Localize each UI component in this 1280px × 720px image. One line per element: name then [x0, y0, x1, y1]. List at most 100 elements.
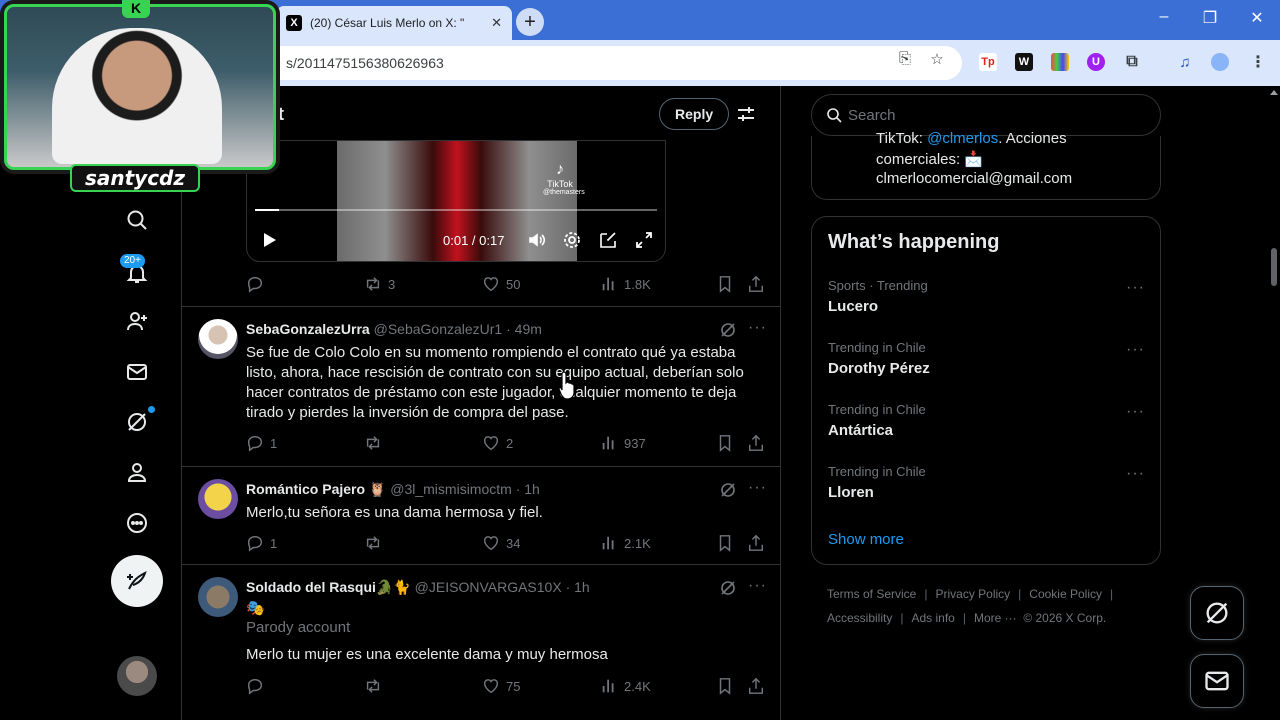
grok-floating-button[interactable]	[1190, 586, 1244, 640]
trend-item[interactable]: Lucero	[828, 298, 878, 315]
page-scrollbar[interactable]	[1268, 86, 1280, 720]
more-options-icon[interactable]: ···	[748, 577, 767, 595]
avatar[interactable]	[198, 479, 238, 519]
bookmark-action[interactable]	[716, 676, 740, 696]
display-name[interactable]: SebaGonzalezUrra	[246, 321, 370, 337]
grok-explain-icon[interactable]	[719, 481, 737, 499]
trend-item[interactable]: Lloren	[828, 484, 874, 501]
volume-icon[interactable]	[527, 230, 547, 250]
footer-privacy-link[interactable]: Privacy Policy	[935, 587, 1010, 601]
video-player[interactable]: ♪ TikTok @themasters 0:01 / 0:17	[246, 140, 666, 262]
trend-item[interactable]: Dorothy Pérez	[828, 360, 930, 377]
tab-close-icon[interactable]: ✕	[491, 15, 502, 31]
bookmark-action[interactable]	[716, 274, 740, 294]
like-action[interactable]: 34	[482, 533, 520, 553]
install-app-icon[interactable]: ⎘	[894, 50, 916, 72]
trend-item[interactable]: Antártica	[828, 422, 893, 439]
handle[interactable]: @SebaGonzalezUr1	[374, 321, 503, 337]
footer-terms-link[interactable]: Terms of Service	[827, 587, 916, 601]
profile-person-icon[interactable]	[122, 457, 152, 487]
reply-action[interactable]: 1	[246, 533, 277, 553]
address-bar[interactable]: s/2011475156380626963	[276, 46, 962, 80]
extension-color-icon[interactable]	[1051, 53, 1069, 71]
filter-settings-icon[interactable]	[736, 104, 756, 124]
handle[interactable]: @JEISONVARGAS10X	[415, 579, 562, 595]
like-action[interactable]: 50	[482, 274, 520, 294]
media-control-icon[interactable]: ♫	[1176, 53, 1194, 71]
footer-accessibility-link[interactable]: Accessibility	[827, 611, 892, 625]
footer-ads-link[interactable]: Ads info	[911, 611, 954, 625]
share-action[interactable]	[747, 274, 771, 294]
maximize-button[interactable]: ❐	[1198, 8, 1222, 28]
post-time[interactable]: · 1h	[566, 579, 590, 595]
new-tab-button[interactable]: +	[516, 8, 544, 36]
messages-envelope-icon[interactable]	[122, 357, 152, 387]
like-action[interactable]: 75	[482, 676, 520, 696]
play-icon[interactable]	[259, 230, 279, 250]
views-action[interactable]: 2.1K	[600, 533, 651, 553]
video-settings-gear-icon[interactable]	[562, 230, 582, 250]
more-options-icon[interactable]: ···	[748, 319, 767, 337]
reply-post[interactable]: SebaGonzalezUrra @SebaGonzalezUr1 · 49m …	[182, 306, 780, 466]
avatar[interactable]	[198, 577, 238, 617]
picture-in-picture-icon[interactable]	[598, 230, 618, 250]
grok-explain-icon[interactable]	[719, 321, 737, 339]
like-action[interactable]: 2	[482, 433, 513, 453]
reply-post[interactable]: Soldado del Rasqui🐊🐈 @JEISONVARGAS10X · …	[182, 564, 780, 714]
views-action[interactable]: 1.8K	[600, 274, 651, 294]
repost-action[interactable]	[364, 533, 388, 553]
explore-search-icon[interactable]	[122, 205, 152, 235]
profile-icon[interactable]	[1211, 53, 1229, 71]
close-window-button[interactable]: ✕	[1245, 8, 1269, 28]
footer-more-link[interactable]: More ···	[974, 611, 1017, 625]
reply-button[interactable]: Reply	[659, 98, 730, 130]
handle[interactable]: @3l_mismisimoctm	[390, 481, 512, 497]
more-circle-icon[interactable]	[122, 508, 152, 538]
repost-action[interactable]	[364, 433, 388, 453]
extension-w-icon[interactable]: W	[1015, 53, 1033, 71]
scroll-up-arrow[interactable]	[1270, 90, 1278, 95]
share-action[interactable]	[747, 676, 771, 696]
reply-post[interactable]: Romántico Pajero 🦉 @3l_mismisimoctm · 1h…	[182, 466, 780, 564]
repost-action[interactable]: 3	[364, 274, 395, 294]
trend-more-icon[interactable]: ···	[1126, 403, 1145, 421]
post-time[interactable]: · 1h	[516, 481, 540, 497]
scrollbar-thumb[interactable]	[1271, 248, 1277, 286]
show-more-link[interactable]: Show more	[828, 531, 904, 548]
trend-more-icon[interactable]: ···	[1126, 279, 1145, 297]
avatar[interactable]	[198, 319, 238, 359]
display-name[interactable]: Romántico Pajero 🦉	[246, 481, 386, 497]
fullscreen-icon[interactable]	[634, 230, 654, 250]
account-avatar[interactable]	[117, 656, 157, 696]
share-action[interactable]	[747, 433, 771, 453]
footer-cookie-link[interactable]: Cookie Policy	[1029, 587, 1102, 601]
share-action[interactable]	[747, 533, 771, 553]
video-progress-track[interactable]	[255, 209, 657, 211]
messages-floating-button[interactable]	[1190, 654, 1244, 708]
extension-u-icon[interactable]: U	[1087, 53, 1105, 71]
reply-action[interactable]	[246, 274, 270, 294]
views-action[interactable]: 937	[600, 433, 646, 453]
reply-action[interactable]: 1	[246, 433, 277, 453]
extensions-puzzle-icon[interactable]: ⧉	[1123, 53, 1141, 71]
repost-action[interactable]	[364, 676, 388, 696]
reply-action[interactable]	[246, 676, 270, 696]
post-time[interactable]: · 49m	[506, 321, 542, 337]
trend-more-icon[interactable]: ···	[1126, 341, 1145, 359]
minimize-button[interactable]: –	[1152, 8, 1176, 26]
browser-tab[interactable]: X (20) César Luis Merlo on X: " ✕	[276, 6, 512, 40]
more-options-icon[interactable]: ···	[748, 479, 767, 497]
bookmark-star-icon[interactable]: ☆	[926, 50, 948, 72]
grok-icon[interactable]	[122, 407, 152, 437]
browser-menu-icon[interactable]: ⋮	[1249, 53, 1267, 71]
bookmark-action[interactable]	[716, 533, 740, 553]
bio-tiktok-link[interactable]: @clmerlos	[927, 130, 998, 147]
trend-more-icon[interactable]: ···	[1126, 465, 1145, 483]
views-action[interactable]: 2.4K	[600, 676, 651, 696]
follow-person-icon[interactable]	[122, 306, 152, 336]
display-name[interactable]: Soldado del Rasqui🐊🐈	[246, 579, 411, 595]
extension-tp-icon[interactable]: Tp	[979, 53, 997, 71]
compose-post-button[interactable]	[111, 555, 163, 607]
bookmark-action[interactable]	[716, 433, 740, 453]
grok-explain-icon[interactable]	[719, 579, 737, 597]
